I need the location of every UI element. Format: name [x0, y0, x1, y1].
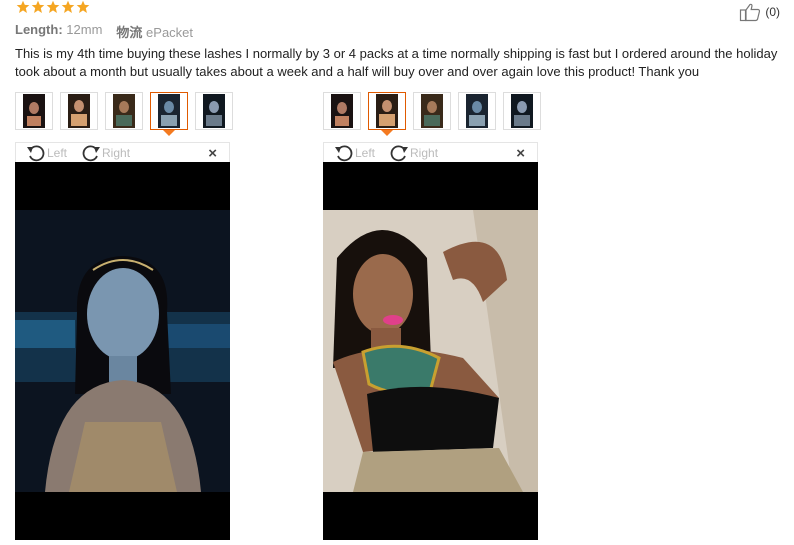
- star-icon: [61, 0, 75, 13]
- thumbnail-image: [331, 94, 353, 128]
- star-icon: [46, 0, 60, 13]
- helpful-button[interactable]: (0): [739, 2, 780, 22]
- length-value: 12mm: [66, 22, 103, 37]
- thumbnail-4[interactable]: [458, 92, 496, 130]
- thumbnail-image: [203, 94, 225, 128]
- thumbnail-image: [511, 94, 533, 128]
- logistics-value: ePacket: [146, 25, 194, 40]
- thumbnail-image: [23, 94, 45, 128]
- star-icon: [16, 0, 30, 13]
- image-viewer-2: Left Right ×: [323, 142, 538, 540]
- thumbnail-3[interactable]: [413, 92, 451, 130]
- rotate-right-button[interactable]: Right: [81, 144, 130, 162]
- thumbnail-5[interactable]: [503, 92, 541, 130]
- thumbnail-1[interactable]: [15, 92, 53, 130]
- thumbnail-strip-1: [15, 92, 233, 136]
- rotate-left-label: Left: [355, 145, 376, 160]
- helpful-count: (0): [765, 5, 780, 19]
- thumbnail-image: [376, 94, 398, 128]
- close-icon[interactable]: ×: [516, 145, 525, 162]
- rotate-left-button[interactable]: Left: [334, 144, 375, 162]
- thumbnail-5[interactable]: [195, 92, 233, 130]
- review-meta: Length: 12mm 物流 ePacket: [15, 22, 193, 41]
- rotate-right-icon: [82, 144, 101, 161]
- thumbnail-1[interactable]: [323, 92, 361, 130]
- rotate-right-label: Right: [410, 145, 439, 160]
- logistics-key: 物流: [116, 25, 143, 40]
- rotate-right-button[interactable]: Right: [389, 144, 438, 162]
- viewer-toolbar: Left Right ×: [323, 142, 538, 162]
- viewer-toolbar: Left Right ×: [15, 142, 230, 162]
- length-attr: Length: 12mm: [15, 22, 102, 41]
- rotate-left-icon: [335, 144, 353, 161]
- thumbnail-image: [466, 94, 488, 128]
- thumbnail-2[interactable]: [368, 92, 406, 136]
- rotate-left-icon: [27, 144, 45, 161]
- thumbnail-image: [113, 94, 135, 128]
- thumbnail-image: [421, 94, 443, 128]
- rotate-right-label: Right: [102, 145, 131, 160]
- thumbnail-image: [158, 94, 180, 128]
- close-icon[interactable]: ×: [208, 145, 217, 162]
- rotate-left-label: Left: [47, 145, 68, 160]
- star-icon: [76, 0, 90, 13]
- length-key: Length:: [15, 22, 63, 37]
- image-viewer-1: Left Right ×: [15, 142, 230, 540]
- review-photo: [323, 162, 538, 540]
- logistics-attr: 物流 ePacket: [116, 22, 193, 41]
- thumbnail-image: [68, 94, 90, 128]
- review-text: This is my 4th time buying these lashes …: [15, 46, 778, 79]
- rotate-right-icon: [390, 144, 409, 161]
- review-photo: [15, 162, 230, 540]
- rotate-left-button[interactable]: Left: [26, 144, 67, 162]
- thumbs-up-icon: [740, 3, 761, 22]
- thumbnail-4[interactable]: [150, 92, 188, 136]
- thumbnail-2[interactable]: [60, 92, 98, 130]
- thumbnail-strip-2: [323, 92, 541, 136]
- thumbnail-3[interactable]: [105, 92, 143, 130]
- star-icon: [31, 0, 45, 13]
- rating-stars: [16, 0, 90, 14]
